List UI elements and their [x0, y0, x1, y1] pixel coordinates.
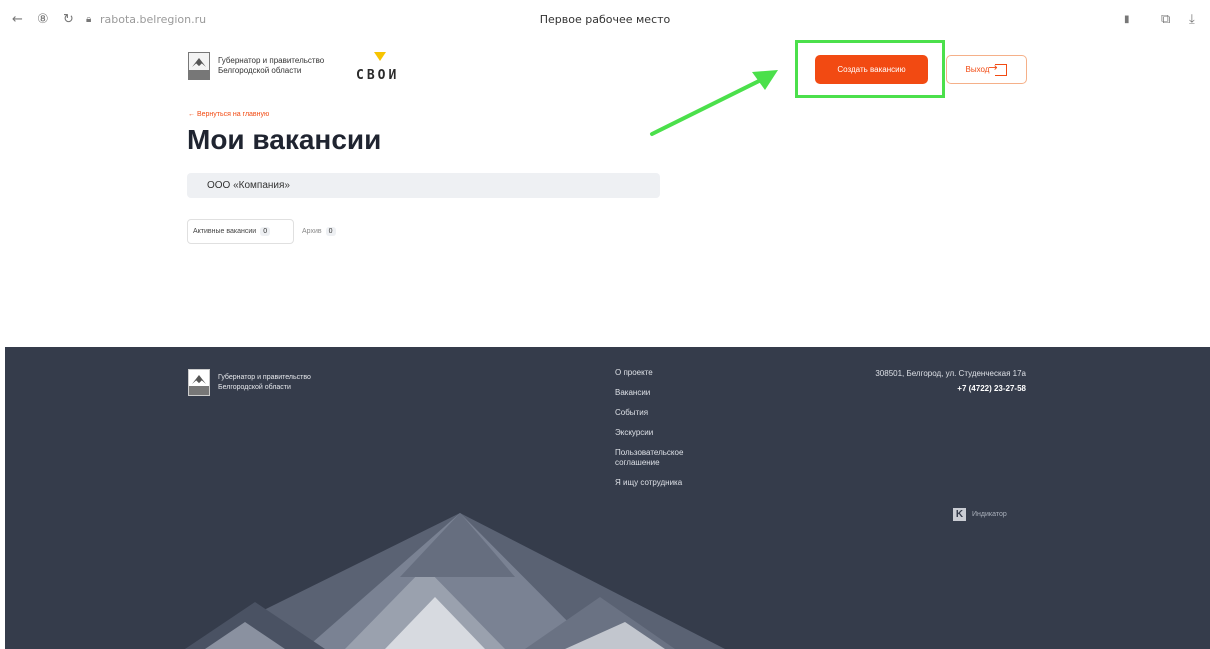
tab-count-badge: 0 [260, 227, 271, 236]
crest-icon [188, 369, 210, 396]
footer-contacts: 308501, Белгород, ул. Студенческая 17а +… [875, 369, 1026, 393]
exit-button[interactable]: Выход [946, 55, 1027, 84]
logout-icon [988, 61, 1008, 76]
indicator-k-icon: K [953, 508, 966, 521]
footer-nav: О проекте Вакансии События Экскурсии Пол… [615, 368, 725, 498]
svoi-logo-text: СВОИ [356, 68, 400, 83]
footer-address: 308501, Белгород, ул. Студенческая 17а [875, 369, 1026, 378]
page-tab-title: Первое рабочее место [539, 13, 671, 26]
create-vacancy-button[interactable]: Создать вакансию [815, 55, 928, 84]
mountains-decoration [185, 513, 725, 649]
indicator-link[interactable]: K Индикатор [953, 508, 1007, 521]
footer-gov-logo[interactable]: Губернатор и правительство Белгородской … [188, 369, 311, 396]
footer-logo-line2: Белгородской области [218, 383, 291, 391]
company-selector[interactable]: ООО «Компания» [187, 173, 660, 198]
tab-label: Архив [302, 228, 322, 235]
download-icon[interactable]: ⤓ [1189, 12, 1195, 28]
footer-link-user-agreement[interactable]: Пользовательское соглашение [615, 448, 710, 468]
triangle-icon [374, 52, 386, 61]
footer: Губернатор и правительство Белгородской … [5, 347, 1210, 649]
tab-label: Активные вакансии [193, 228, 257, 235]
footer-link-events[interactable]: События [615, 408, 725, 418]
exit-button-label: Выход [965, 65, 990, 74]
footer-link-employer[interactable]: Я ищу сотрудника [615, 478, 725, 488]
tab-count-badge: 0 [325, 227, 336, 236]
bookmark-icon[interactable]: ▮ [1124, 12, 1130, 28]
indicator-label: Индикатор [972, 511, 1007, 518]
gov-logo-line1: Губернатор и правительство [218, 56, 325, 65]
gov-logo[interactable]: Губернатор и правительство Белгородской … [188, 52, 324, 80]
gov-logo-line2: Белгородской области [218, 66, 302, 75]
footer-link-about[interactable]: О проекте [615, 368, 725, 378]
page-title: Мои вакансии [187, 124, 382, 155]
back-to-home-link[interactable]: ← Вернуться на главную [188, 111, 269, 118]
footer-link-vacancies[interactable]: Вакансии [615, 388, 725, 398]
browser-toolbar: ← ⑧ ↻ 🔒︎ rabota.belregion.ru Первое рабо… [0, 0, 1210, 40]
footer-phone[interactable]: +7 (4722) 23-27-58 [875, 384, 1026, 393]
footer-link-excursions[interactable]: Экскурсии [615, 428, 725, 438]
tab-archive[interactable]: Архив 0 [297, 219, 349, 244]
svoi-logo[interactable]: СВОИ [354, 52, 414, 86]
annotation-arrow [650, 70, 778, 136]
crest-icon [188, 52, 210, 80]
tab-active-vacancies[interactable]: Активные вакансии 0 [187, 219, 294, 244]
extensions-icon[interactable]: ⧉ [1161, 12, 1170, 28]
footer-logo-line1: Губернатор и правительство [218, 373, 311, 381]
